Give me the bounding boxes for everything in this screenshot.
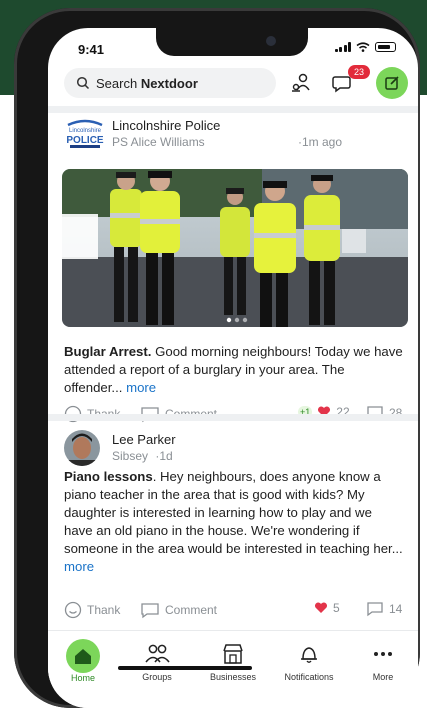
tab-label: Home [70, 673, 95, 683]
post-header: Lincolnshire POLICE Lincolnshire Police … [48, 114, 418, 156]
tab-label: Groups [142, 672, 172, 682]
search-bar[interactable]: Search Nextdoor [64, 68, 276, 98]
more-dots-icon [366, 639, 400, 669]
tab-label: More [372, 672, 394, 682]
heart-icon [314, 602, 328, 613]
comment-button[interactable]: Comment [140, 601, 217, 619]
comment-icon [141, 603, 159, 619]
post-time: ·1d [155, 449, 173, 463]
police-logo: Lincolnshire POLICE [66, 119, 104, 148]
home-icon [66, 639, 100, 673]
post-author[interactable]: Lincolnshire Police [112, 118, 220, 133]
more-link[interactable]: more [64, 559, 94, 574]
comment-count[interactable]: 14 [366, 601, 402, 617]
post-body: Piano lessons. Hey neighbours, does anyo… [64, 468, 404, 576]
comment-count-value: 14 [389, 602, 403, 616]
battery-icon [375, 42, 396, 52]
post-image[interactable] [62, 169, 408, 327]
home-indicator[interactable] [118, 666, 252, 670]
tab-groups[interactable]: Groups [122, 639, 192, 682]
post-author[interactable]: Lee Parker [112, 432, 176, 447]
tab-label: Notifications [284, 672, 334, 682]
tab-notifications[interactable]: Notifications [274, 639, 344, 682]
post-body: Buglar Arrest. Good morning neighbours! … [64, 343, 404, 397]
post-time: ·1m ago [298, 135, 343, 149]
user-photo [64, 430, 100, 466]
app-screen: 9:41 Search Nextdoor 23 Lincolnshire POL… [48, 28, 418, 708]
tab-home[interactable]: Home [48, 639, 118, 683]
comment-count-icon [367, 602, 383, 617]
tab-label: Businesses [209, 672, 257, 682]
bell-icon [292, 639, 326, 669]
compose-icon [385, 76, 399, 90]
like-count: 5 [333, 601, 340, 615]
post-location: Sibsey [112, 449, 149, 463]
divider [48, 106, 418, 113]
messages-badge: 23 [348, 65, 370, 79]
groups-icon [140, 639, 174, 669]
search-placeholder: Search Nextdoor [96, 75, 198, 91]
post-header: Lee Parker Sibsey ·1d [48, 428, 418, 470]
notch [156, 28, 308, 56]
camera-icon [266, 36, 276, 46]
post-title: Piano lessons [64, 469, 153, 484]
compose-button[interactable] [376, 67, 408, 99]
search-icon [76, 76, 90, 90]
store-icon [216, 639, 250, 669]
svg-text:POLICE: POLICE [66, 135, 104, 146]
thank-button[interactable]: Thank [64, 601, 120, 619]
svg-text:Lincolnshire: Lincolnshire [69, 128, 102, 134]
status-icons [334, 42, 396, 52]
thank-label: Thank [87, 603, 121, 617]
post-title: Buglar Arrest. [64, 344, 152, 359]
police-officers-photo [62, 169, 408, 327]
more-link[interactable]: more [126, 380, 156, 395]
status-time: 9:41 [78, 42, 105, 57]
neighbors-icon[interactable] [288, 70, 314, 96]
post-meta: Sibsey ·1d [112, 449, 173, 463]
post-meta: PS Alice Williams ·1m ago [112, 135, 342, 149]
post-sub-author: PS Alice Williams [112, 135, 205, 149]
smile-icon [64, 601, 82, 619]
divider [48, 414, 418, 421]
comment-label: Comment [165, 603, 218, 617]
avatar[interactable] [64, 430, 100, 466]
tab-more[interactable]: More [348, 639, 418, 682]
top-bar: Search Nextdoor 23 [48, 65, 418, 102]
post-card[interactable]: Lee Parker Sibsey ·1d Piano lessons. Hey… [48, 428, 418, 624]
tab-businesses[interactable]: Businesses [198, 639, 268, 682]
post-actions: Thank Comment 5 14 [64, 601, 404, 623]
phone-frame: 9:41 Search Nextdoor 23 Lincolnshire POL… [14, 8, 420, 708]
reactions[interactable]: 5 [314, 601, 340, 615]
signal-icon [334, 42, 351, 52]
post-card[interactable]: Lincolnshire POLICE Lincolnshire Police … [48, 114, 418, 423]
wifi-icon [356, 42, 370, 52]
